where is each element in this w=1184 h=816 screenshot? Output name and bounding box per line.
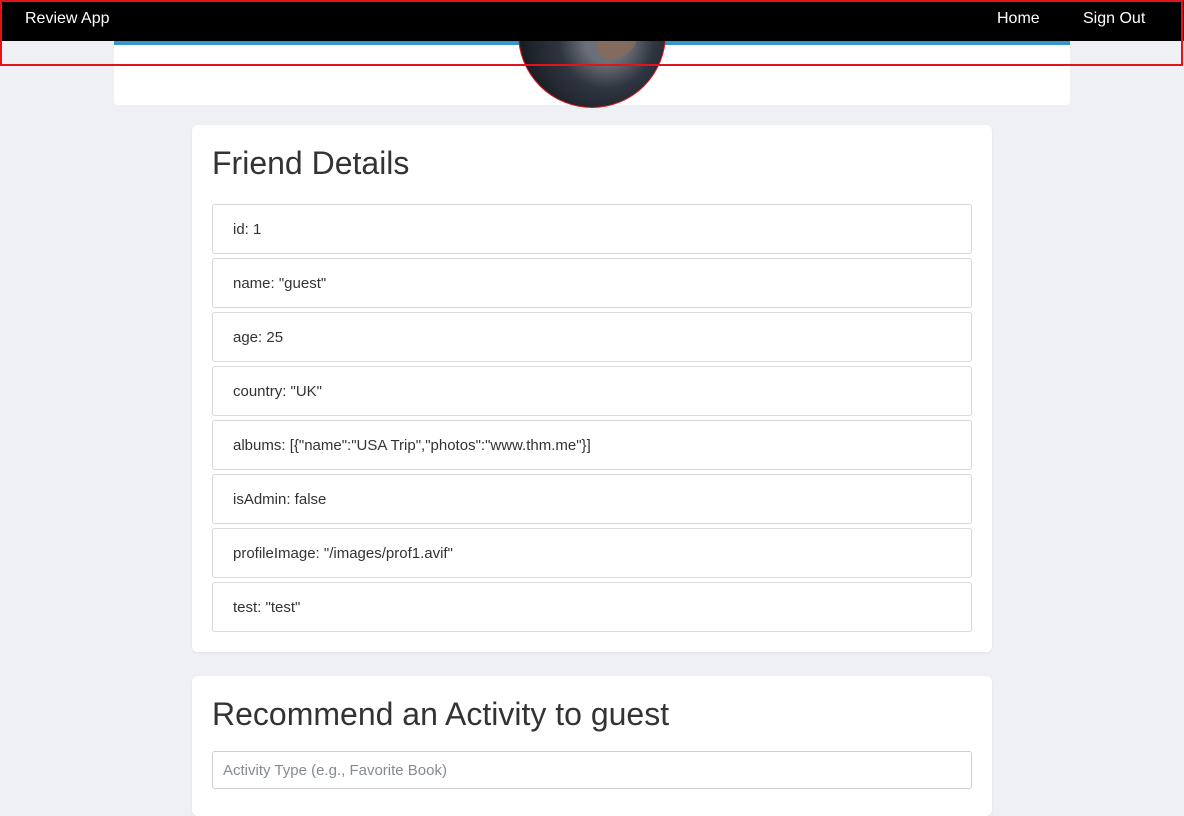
top-navbar: Review App Home Sign Out: [0, 0, 1184, 41]
detail-row-albums: albums: [{"name":"USA Trip","photos":"ww…: [212, 420, 972, 470]
friend-details-card: Friend Details id: 1 name: "guest" age: …: [192, 125, 992, 652]
nav-home-link[interactable]: Home: [997, 10, 1040, 28]
brand-link[interactable]: Review App: [25, 10, 110, 28]
activity-type-input[interactable]: [212, 751, 972, 789]
recommend-activity-title: Recommend an Activity to guest: [212, 696, 670, 732]
recommend-activity-card: Recommend an Activity to guest: [192, 676, 992, 816]
detail-row-is-admin: isAdmin: false: [212, 474, 972, 524]
detail-row-name: name: "guest": [212, 258, 972, 308]
detail-row-test: test: "test": [212, 582, 972, 632]
detail-row-id: id: 1: [212, 204, 972, 254]
nav-sign-out-link[interactable]: Sign Out: [1083, 10, 1145, 28]
detail-row-age: age: 25: [212, 312, 972, 362]
detail-row-profile-image: profileImage: "/images/prof1.avif": [212, 528, 972, 578]
detail-row-country: country: "UK": [212, 366, 972, 416]
friend-details-title: Friend Details: [212, 145, 410, 181]
